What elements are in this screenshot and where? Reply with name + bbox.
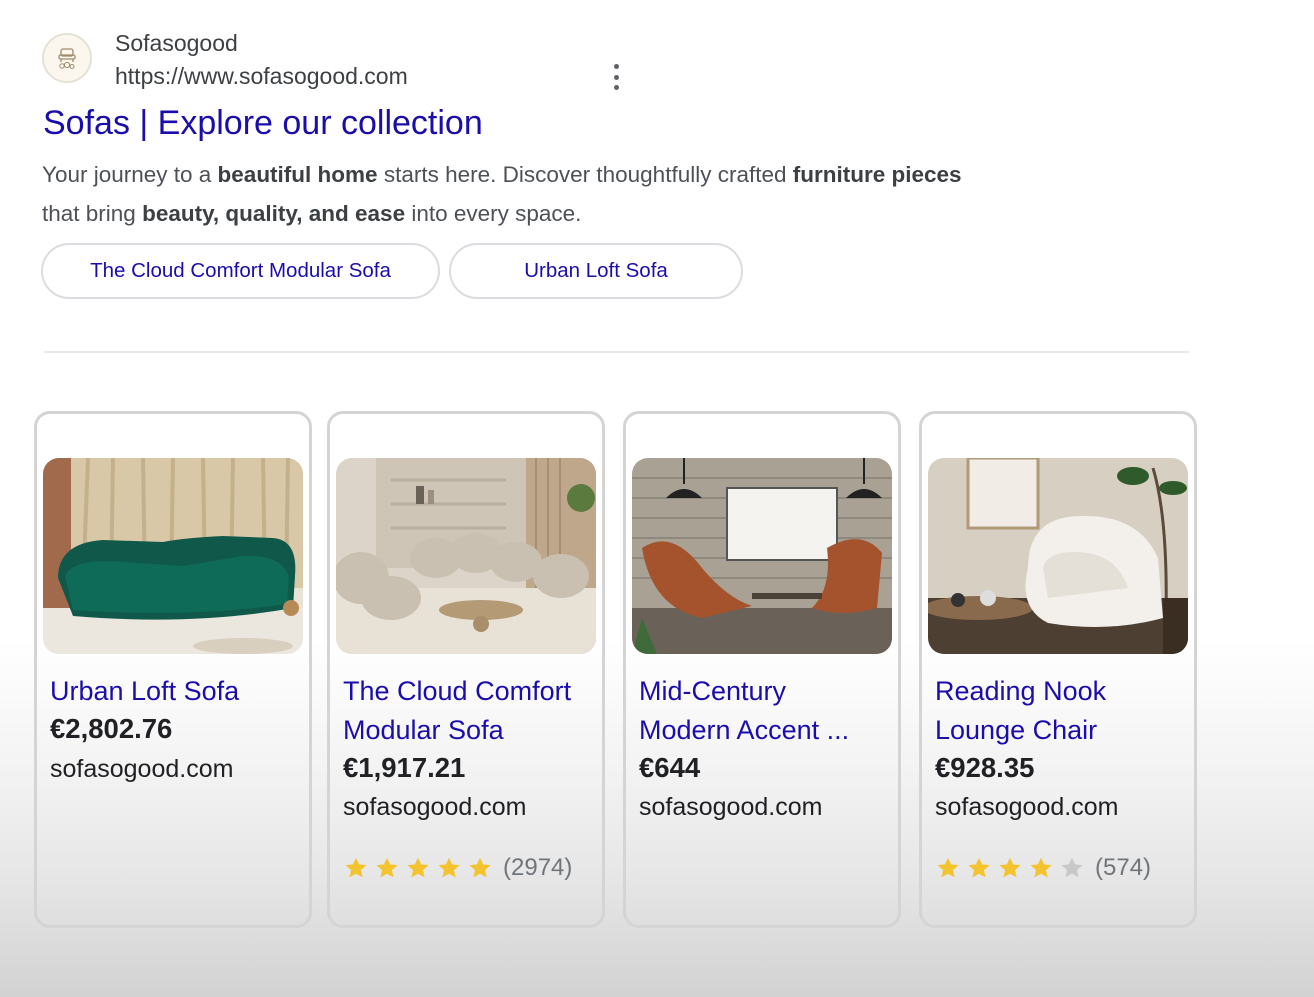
product-price: €928.35 [935,752,1035,783]
star-icon [376,857,398,878]
rating-stars [343,855,498,881]
sitelink-urban-loft-sofa[interactable]: Urban Loft Sofa [449,243,743,299]
product-price: €1,917.21 [343,752,466,783]
snippet-bold-text: furniture pieces [792,162,962,187]
sitelink-cloud-comfort-modular-sofa[interactable]: The Cloud Comfort Modular Sofa [41,243,440,299]
star-icon [968,857,990,878]
snippet-text: into every space. [405,201,582,226]
product-name[interactable]: The Cloud Comfort Modular Sofa [343,672,599,749]
result-title-link[interactable]: Sofas | Explore our collection [43,104,483,143]
review-count: (2974) [503,854,573,881]
product-price: €644 [639,752,701,783]
product-domain: sofasogood.com [50,755,234,783]
more-vert-icon[interactable] [610,64,622,90]
divider [44,351,1189,353]
product-image-white-chair[interactable] [928,458,1188,654]
star-icon [407,857,429,878]
star-icon [469,857,491,878]
sofa-logo-icon [58,48,76,69]
snippet-line-1: Your journey to a beautiful home starts … [42,155,1122,194]
product-image-green-sofa[interactable] [43,458,303,654]
snippet-line-2: that bring beauty, quality, and ease int… [42,194,1122,233]
product-name[interactable]: Reading Nook Lounge Chair [935,672,1191,749]
star-icon [345,857,367,878]
product-price: €2,802.76 [50,713,173,744]
star-icon [438,857,460,878]
product-image-leather-chairs[interactable] [632,458,892,654]
site-name[interactable]: Sofasogood [115,30,238,57]
product-domain: sofasogood.com [935,793,1119,821]
snippet-text: Your journey to a [42,162,218,187]
product-name[interactable]: Urban Loft Sofa [50,672,306,711]
result-header: Sofasogood https://www.sofasogood.com [42,30,642,100]
product-domain: sofasogood.com [639,793,823,821]
snippet-bold-text: beauty, quality, and ease [142,201,406,226]
star-icon [999,857,1021,878]
product-card-cloud-comfort-modular-sofa[interactable]: The Cloud Comfort Modular Sofa €1,917.21… [327,411,605,928]
product-card-reading-nook-lounge-chair[interactable]: Reading Nook Lounge Chair €928.35 sofaso… [919,411,1197,928]
site-favicon[interactable] [42,33,92,83]
snippet-text: that bring [42,201,143,226]
snippet-text: starts here. Discover thoughtfully craft… [377,162,793,187]
star-icon [937,857,959,878]
review-count: (574) [1095,854,1152,881]
product-card-mid-century-accent-chair[interactable]: Mid-Century Modern Accent ... €644 sofas… [623,411,901,928]
product-domain: sofasogood.com [343,793,527,821]
star-icon [1030,857,1052,878]
product-name[interactable]: Mid-Century Modern Accent ... [639,672,895,749]
product-rating: (574) [935,854,1151,882]
site-url[interactable]: https://www.sofasogood.com [115,63,408,90]
product-image-modular-sofa[interactable] [336,458,596,654]
product-rating: (2974) [343,854,572,882]
product-card-urban-loft-sofa[interactable]: Urban Loft Sofa €2,802.76 sofasogood.com [34,411,312,928]
star-icon [1061,857,1083,878]
result-snippet: Your journey to a beautiful home starts … [42,155,1122,233]
snippet-bold-text: beautiful home [217,162,378,187]
rating-stars [935,855,1090,881]
